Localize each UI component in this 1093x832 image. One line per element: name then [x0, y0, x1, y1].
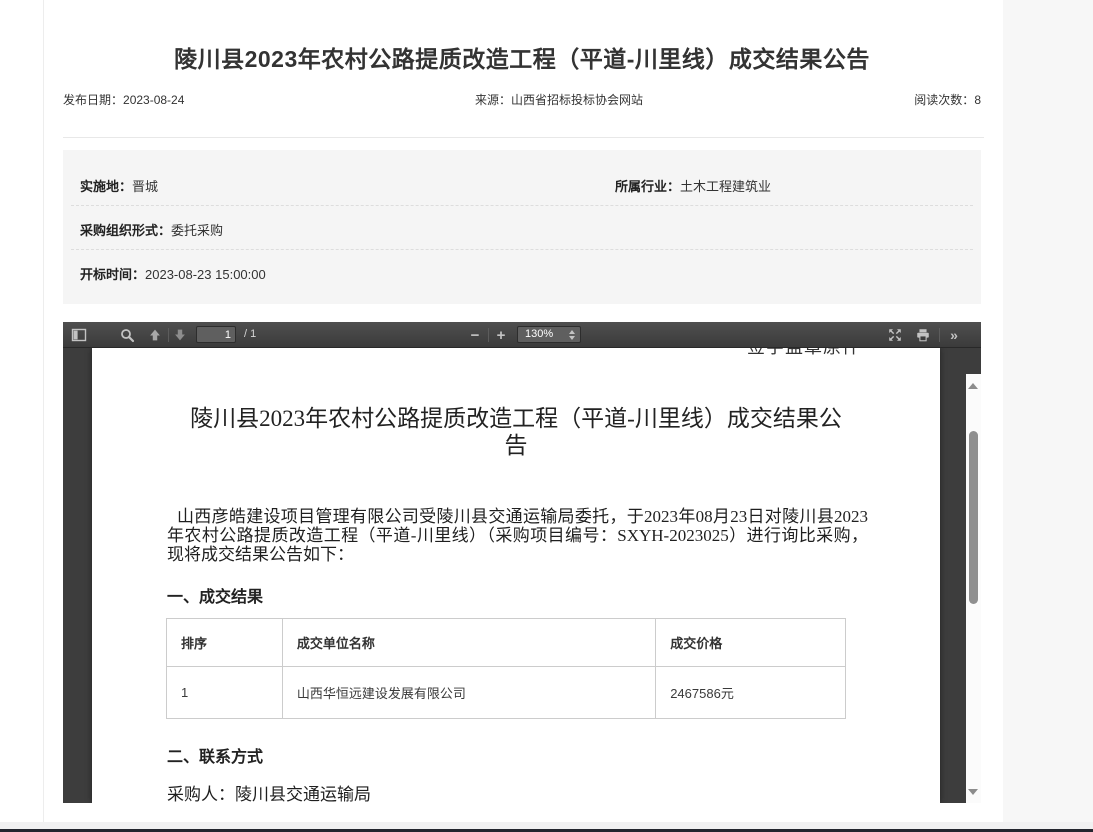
announcement-page: 陵川县2023年农村公路提质改造工程（平道-川里线）成交结果公告 发布日期：20… — [0, 0, 1093, 832]
sidebar-toggle-button[interactable] — [70, 326, 88, 344]
right-background-gutter — [1003, 0, 1093, 822]
page-up-icon — [147, 327, 163, 343]
left-edge-divider — [43, 0, 44, 822]
result-table: 排序 成交单位名称 成交价格 1 山西华恒远建设发展有限公司 2467586元 — [166, 618, 846, 719]
zoom-in-button[interactable]: + — [492, 326, 510, 344]
table-row: 1 山西华恒远建设发展有限公司 2467586元 — [167, 667, 846, 719]
info-divider — [71, 205, 973, 206]
pdf-toolbar: / 1 − + 130% — [63, 322, 981, 348]
scroll-down-icon[interactable] — [968, 789, 978, 795]
table-header-company: 成交单位名称 — [282, 619, 655, 667]
zoom-out-icon: − — [471, 328, 480, 343]
publish-date-label: 发布日期： — [63, 93, 123, 107]
publish-date-value: 2023-08-24 — [123, 93, 184, 107]
info-field-industry: 所属行业：土木工程建筑业 — [615, 176, 771, 195]
more-tools-icon: » — [950, 328, 958, 342]
page-number-input[interactable] — [196, 326, 236, 343]
clipped-signature-text: 签字盖章原件 — [747, 348, 861, 357]
table-header-price: 成交价格 — [656, 619, 846, 667]
info-box: 实施地：晋城 所属行业：土木工程建筑业 采购组织形式：委托采购 开标时间：202… — [63, 150, 981, 304]
source-label: 来源： — [475, 93, 511, 107]
toolbar-separator — [168, 328, 169, 342]
pdf-viewer: / 1 − + 130% — [63, 322, 981, 803]
info-field-location: 实施地：晋城 — [80, 176, 158, 195]
info-field-bid-opening-time: 开标时间：2023-08-23 15:00:00 — [80, 264, 266, 283]
zoom-level-value: 130% — [525, 328, 553, 340]
page-count-label: / 1 — [244, 328, 256, 340]
scrollbar-thumb[interactable] — [969, 431, 978, 604]
previous-page-button[interactable] — [146, 326, 164, 344]
bottom-strip — [0, 822, 1093, 829]
search-icon — [119, 327, 135, 343]
info-field-procurement-form: 采购组织形式：委托采购 — [80, 220, 223, 239]
print-button[interactable] — [914, 326, 932, 344]
info-value: 晋城 — [132, 179, 158, 194]
presentation-mode-button[interactable] — [886, 326, 904, 344]
toolbar-separator — [488, 328, 489, 342]
zoom-out-button[interactable]: − — [466, 326, 484, 344]
next-page-button[interactable] — [171, 326, 189, 344]
info-value: 土木工程建筑业 — [680, 179, 771, 194]
publish-date: 发布日期：2023-08-24 — [63, 91, 184, 108]
toolbar-separator — [939, 328, 940, 342]
search-button[interactable] — [118, 326, 136, 344]
pdf-scrollbar[interactable] — [966, 374, 981, 803]
pdf-page: 签字盖章原件 陵川县2023年农村公路提质改造工程（平道-川里线）成交结果公告 … — [92, 348, 940, 803]
zoom-in-icon: + — [497, 328, 506, 343]
meta-row: 发布日期：2023-08-24 来源：山西省招标投标协会网站 阅读次数：8 — [63, 91, 981, 107]
cell-rank: 1 — [167, 667, 283, 719]
cell-company: 山西华恒远建设发展有限公司 — [282, 667, 655, 719]
print-icon — [915, 327, 931, 343]
scroll-up-icon[interactable] — [968, 383, 978, 389]
document-title: 陵川县2023年农村公路提质改造工程（平道-川里线）成交结果公告 — [92, 405, 940, 459]
section-heading-contact: 二、联系方式 — [167, 743, 263, 767]
view-count: 阅读次数：8 — [914, 91, 981, 108]
sidebar-toggle-icon — [71, 327, 87, 343]
header-divider — [63, 137, 984, 138]
page-title: 陵川县2023年农村公路提质改造工程（平道-川里线）成交结果公告 — [63, 40, 981, 74]
source-value: 山西省招标投标协会网站 — [511, 93, 643, 107]
info-label: 所属行业： — [615, 179, 680, 194]
presentation-mode-icon — [887, 327, 903, 343]
pdf-viewer-body: 签字盖章原件 陵川县2023年农村公路提质改造工程（平道-川里线）成交结果公告 … — [63, 348, 981, 803]
info-label: 实施地： — [80, 179, 132, 194]
table-header-rank: 排序 — [167, 619, 283, 667]
page-down-icon — [172, 327, 188, 343]
info-value: 2023-08-23 15:00:00 — [145, 267, 266, 282]
source: 来源：山西省招标投标协会网站 — [475, 91, 643, 108]
view-count-label: 阅读次数： — [914, 93, 974, 107]
info-label: 开标时间： — [80, 267, 145, 282]
view-count-value: 8 — [974, 93, 981, 107]
select-spinner-icon — [569, 330, 575, 340]
zoom-level-select[interactable]: 130% — [517, 326, 581, 343]
cell-price: 2467586元 — [656, 667, 846, 719]
info-label: 采购组织形式： — [80, 223, 171, 238]
info-value: 委托采购 — [171, 223, 223, 238]
document-paragraph: 山西彦皓建设项目管理有限公司受陵川县交通运输局委托，于2023年08月23日对陵… — [167, 507, 868, 564]
table-header-row: 排序 成交单位名称 成交价格 — [167, 619, 846, 667]
info-divider — [71, 249, 973, 250]
more-tools-button[interactable]: » — [945, 326, 963, 344]
contact-line: 采购人：陵川县交通运输局 — [167, 780, 371, 803]
section-heading-result: 一、成交结果 — [167, 583, 263, 607]
